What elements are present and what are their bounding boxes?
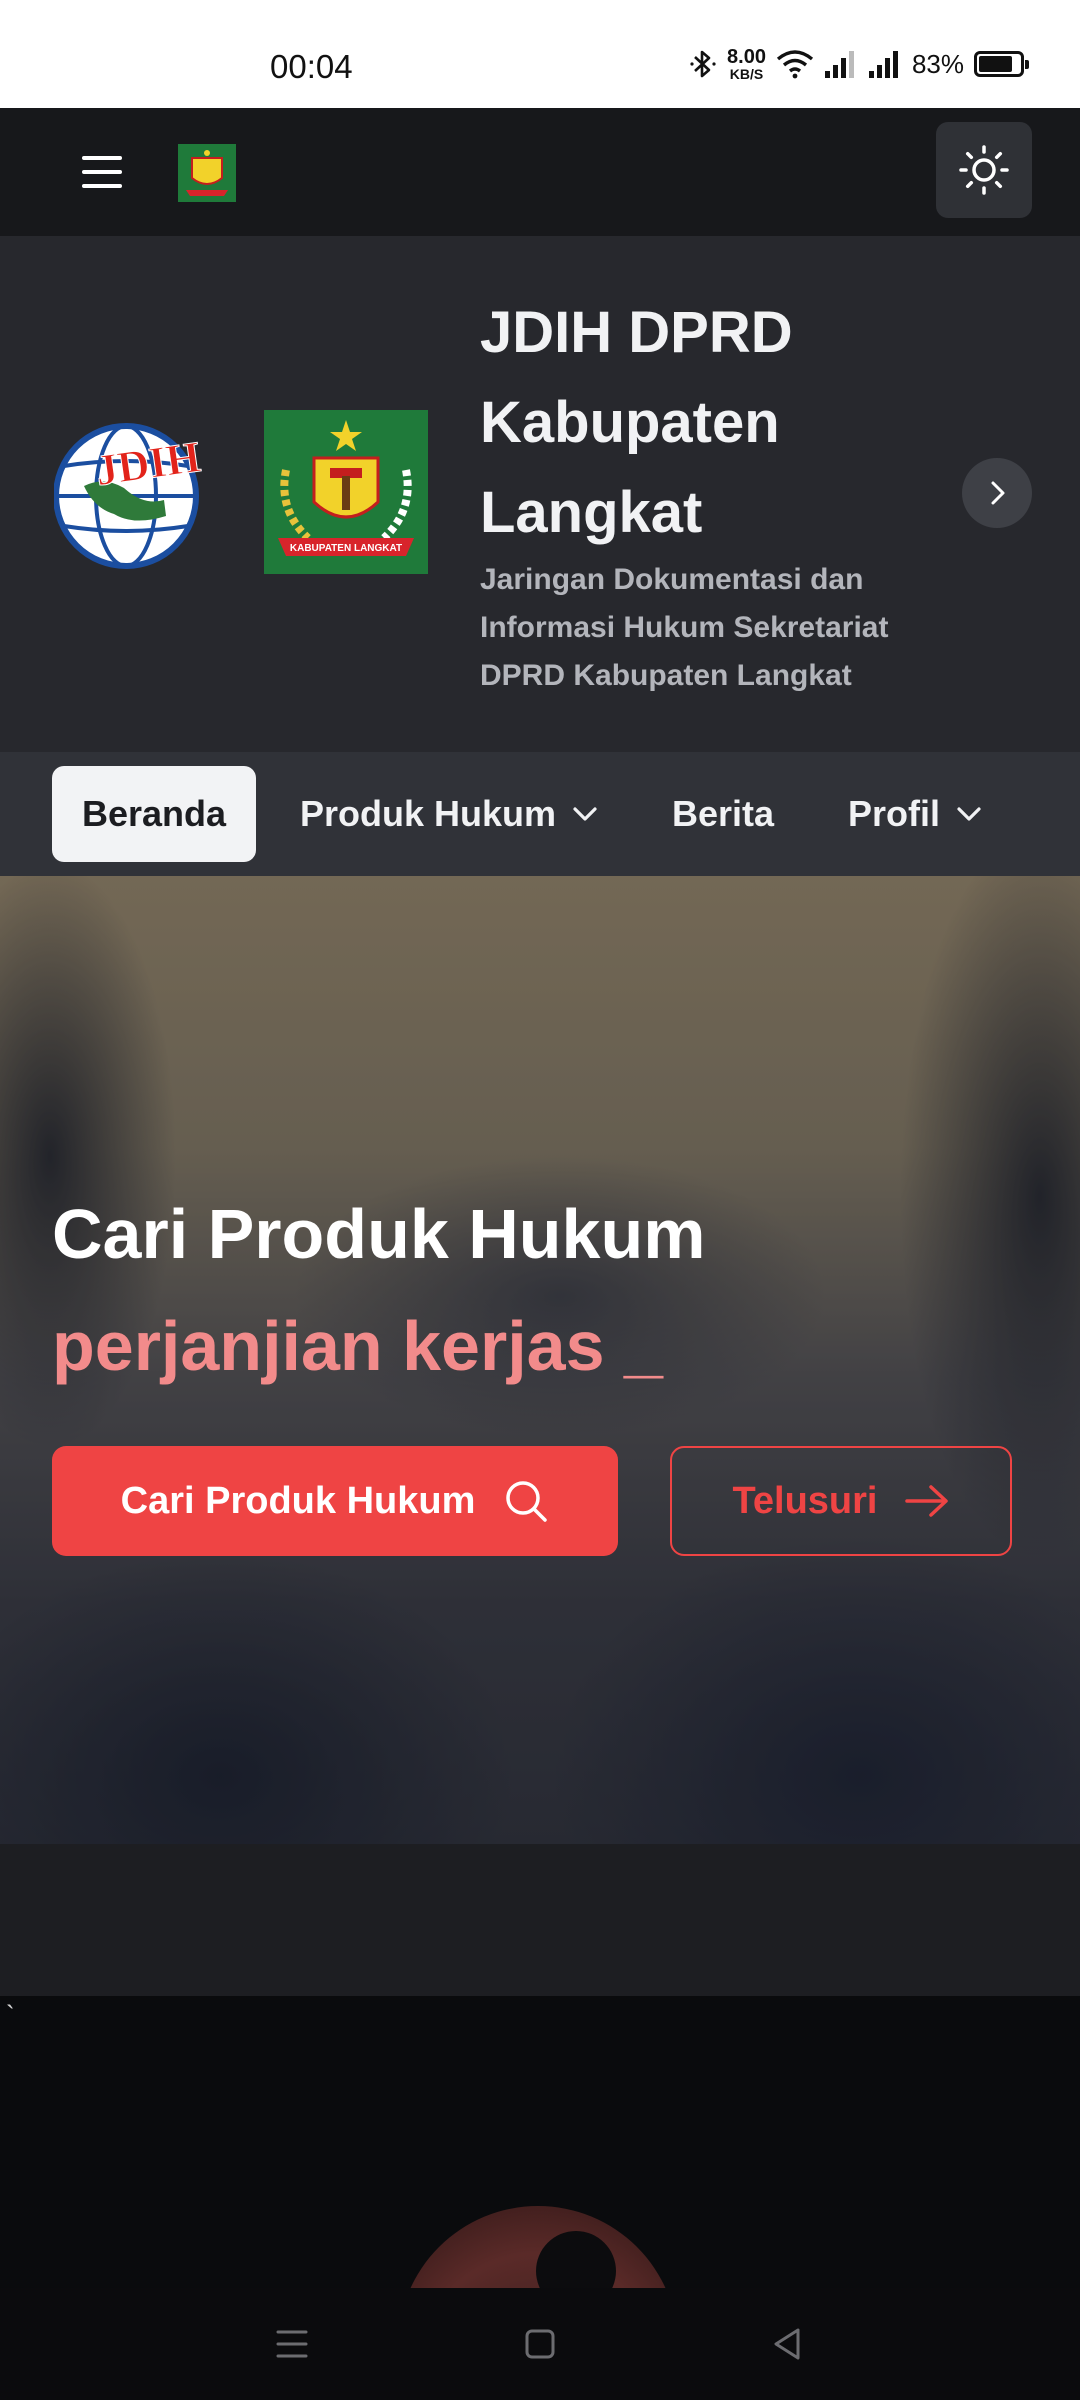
sun-icon (959, 145, 1009, 195)
kabupaten-langkat-emblem: KABUPATEN LANGKAT (264, 410, 428, 574)
arrow-right-icon (904, 1485, 948, 1517)
recent-apps-icon[interactable] (272, 2324, 312, 2364)
hero-typed-text: perjanjian kerjas _ (52, 1307, 663, 1385)
section-strip (0, 1844, 1080, 1996)
stray-backtick-text: ` (6, 2000, 15, 2030)
wifi-icon (776, 50, 814, 79)
net-speed-unit: KB/S (729, 66, 764, 82)
theme-toggle-button[interactable] (936, 122, 1032, 218)
jdih-logo[interactable]: JDIH (54, 416, 210, 572)
top-navbar (0, 108, 1080, 236)
back-icon[interactable] (768, 2324, 808, 2364)
chevron-down-icon (957, 807, 981, 821)
site-header: JDIH KABUPATEN LANGKAT JDIH DPRD Kabupat… (0, 236, 1080, 752)
search-products-label: Cari Produk Hukum (120, 1479, 476, 1522)
chevron-down-icon (573, 807, 597, 821)
nav-item-berita[interactable]: Berita (672, 766, 774, 862)
status-bar: 00:04 8.00 KB/S 83% (0, 0, 1080, 108)
nav-item-label: Berita (672, 793, 775, 834)
main-nav: Beranda Produk Hukum Berita Profil (0, 752, 1080, 876)
status-icons: 8.00 KB/S 83% (689, 44, 1029, 84)
hero-section: Cari Produk Hukum perjanjian kerjas _ Ca… (0, 876, 1080, 1844)
chevron-right-icon (991, 481, 1005, 505)
header-next-button[interactable] (962, 458, 1032, 528)
emblem-banner-text: KABUPATEN LANGKAT (290, 543, 402, 554)
signal-icon-2 (868, 51, 898, 78)
kabupaten-emblem-small[interactable] (178, 144, 236, 202)
hero-title: Cari Produk Hukum (52, 1195, 706, 1273)
net-speed: 8.00 KB/S (727, 47, 766, 81)
nav-item-beranda[interactable]: Beranda (52, 766, 257, 862)
system-nav-bar (0, 2288, 1080, 2400)
nav-item-produk-hukum[interactable]: Produk Hukum (300, 766, 600, 862)
nav-item-label: Produk Hukum (300, 793, 557, 834)
status-time: 00:04 (270, 48, 353, 85)
signal-icon-1 (824, 51, 854, 78)
browse-label: Telusuri (732, 1479, 878, 1522)
home-icon[interactable] (520, 2324, 560, 2364)
battery-icon (974, 51, 1029, 77)
site-subtitle: Jaringan Dokumentasi dan Informasi Hukum… (480, 563, 889, 692)
search-icon (506, 1481, 548, 1522)
nav-item-label: Beranda (82, 793, 227, 834)
site-title: JDIH DPRD Kabupaten Langkat (480, 300, 793, 545)
browse-button[interactable]: Telusuri (670, 1446, 1012, 1556)
search-products-button[interactable]: Cari Produk Hukum (52, 1446, 618, 1556)
hamburger-menu-icon[interactable] (80, 152, 124, 192)
net-speed-value: 8.00 (727, 46, 766, 68)
nav-item-label: Profil (848, 793, 941, 834)
bluetooth-icon (690, 50, 716, 78)
battery-percent: 83% (911, 48, 964, 79)
nav-item-profil[interactable]: Profil (848, 766, 984, 862)
dark-section: ` (0, 1996, 1080, 2288)
